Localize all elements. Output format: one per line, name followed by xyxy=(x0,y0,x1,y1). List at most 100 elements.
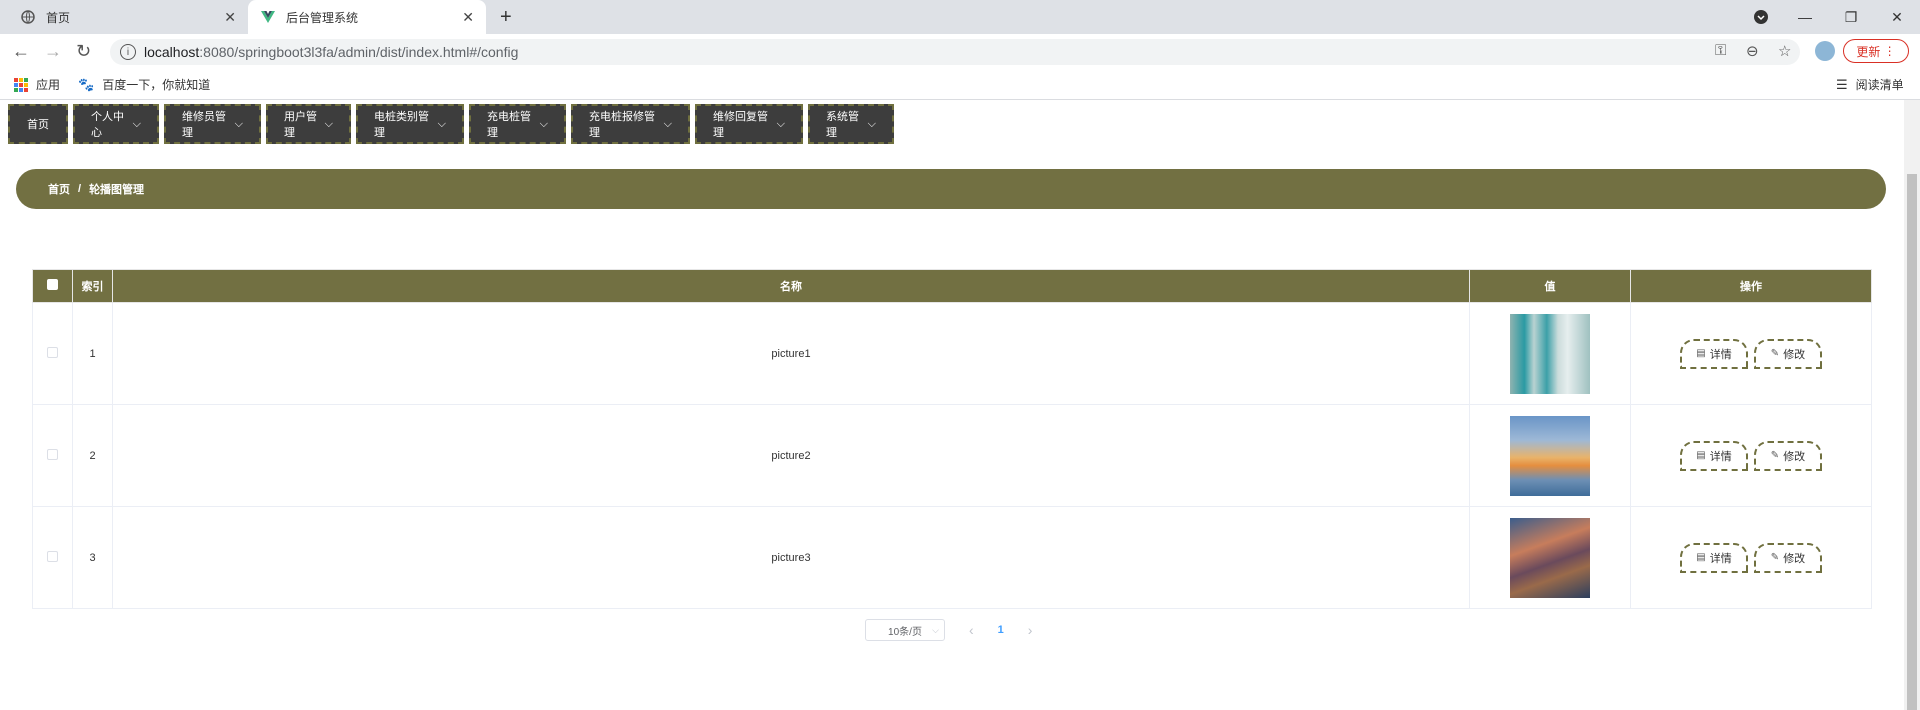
edit-label: 修改 xyxy=(1783,450,1806,463)
reading-list[interactable]: ☰ 阅读清单 xyxy=(1836,76,1904,93)
profile-menu-icon[interactable] xyxy=(1738,0,1784,34)
forward-icon[interactable]: → xyxy=(44,41,62,62)
chevron-down-icon: ⌵ xyxy=(776,117,785,130)
select-all-cell xyxy=(32,269,73,303)
profile-avatar[interactable] xyxy=(1815,41,1835,61)
menu-label: 系统管理 xyxy=(826,111,859,139)
prev-page-icon[interactable]: ‹ xyxy=(969,622,974,638)
site-info-icon[interactable]: i xyxy=(120,44,136,60)
next-page-icon[interactable]: › xyxy=(1028,622,1033,638)
reload-icon[interactable]: ↻ xyxy=(76,41,91,62)
restore-icon[interactable]: ❐ xyxy=(1828,0,1874,34)
menu-label: 充电桩管理 xyxy=(487,111,531,139)
edit-button[interactable]: ✎ 修改 xyxy=(1754,440,1822,471)
globe-icon xyxy=(20,9,36,25)
scrollbar-thumb[interactable] xyxy=(1907,174,1917,710)
minimize-icon[interactable]: — xyxy=(1782,0,1828,34)
menu-item-pile-category-management[interactable]: 电桩类别管理 ⌵ xyxy=(356,104,464,144)
star-icon[interactable]: ☆ xyxy=(1778,42,1791,60)
browser-tab-home[interactable]: 首页 ✕ xyxy=(8,0,248,34)
menu-item-repair-report-management[interactable]: 充电桩报修管理 ⌵ xyxy=(571,104,690,144)
row-name: picture2 xyxy=(112,404,1470,507)
row-checkbox[interactable] xyxy=(47,448,58,460)
address-bar-row: ← → ↻ i localhost:8080/springboot3l3fa/a… xyxy=(0,34,1920,68)
row-index: 2 xyxy=(72,404,113,507)
document-icon: ▤ xyxy=(1696,450,1706,461)
browser-tab-admin[interactable]: 后台管理系统 ✕ xyxy=(248,0,486,34)
bookmark-apps[interactable]: 应用 xyxy=(14,76,60,93)
chevron-down-icon: ⌵ xyxy=(932,624,939,635)
menu-label: 充电桩报修管理 xyxy=(589,111,655,139)
detail-label: 详情 xyxy=(1709,450,1732,463)
edit-button[interactable]: ✎ 修改 xyxy=(1754,338,1822,369)
document-icon: ▤ xyxy=(1696,348,1706,359)
edit-label: 修改 xyxy=(1783,552,1806,565)
url-host: localhost xyxy=(144,44,200,60)
document-icon: ▤ xyxy=(1696,552,1706,563)
detail-button[interactable]: ▤ 详情 xyxy=(1680,440,1748,471)
top-menu: 首页 个人中心 ⌵ 维修员管理 ⌵ 用户管理 ⌵ 电桩类别管理 ⌵ 充电桩管理 ⌵ 充电桩… xyxy=(8,104,894,144)
close-tab-icon[interactable]: ✕ xyxy=(462,9,474,26)
detail-button[interactable]: ▤ 详情 xyxy=(1680,338,1748,369)
chevron-down-icon: ⌵ xyxy=(437,117,446,130)
apps-grid-icon xyxy=(14,77,28,92)
row-index: 1 xyxy=(72,302,113,405)
row-image[interactable] xyxy=(1510,415,1590,496)
chevron-down-icon: ⌵ xyxy=(234,117,243,130)
menu-item-charging-pile-management[interactable]: 充电桩管理 ⌵ xyxy=(469,104,566,144)
menu-item-personal-center[interactable]: 个人中心 ⌵ xyxy=(73,104,159,144)
pagination: 10条/页 ⌵ ‹ 1 › xyxy=(865,619,1032,641)
menu-label: 电桩类别管理 xyxy=(374,111,429,139)
menu-item-user-management[interactable]: 用户管理 ⌵ xyxy=(266,104,351,144)
bookmark-label: 应用 xyxy=(36,78,61,92)
page-content: 首页 个人中心 ⌵ 维修员管理 ⌵ 用户管理 ⌵ 电桩类别管理 ⌵ 充电桩管理 ⌵ 充电桩… xyxy=(0,100,1904,710)
edit-button[interactable]: ✎ 修改 xyxy=(1754,542,1822,573)
browser-tab-bar: 首页 ✕ 后台管理系统 ✕ + — ❐ ✕ xyxy=(0,0,1920,34)
breadcrumb-current: 轮播图管理 xyxy=(89,184,145,196)
baidu-paw-icon: 🐾 xyxy=(78,76,95,92)
menu-item-repair-reply-management[interactable]: 维修回复管理 ⌵ xyxy=(695,104,803,144)
new-tab-icon[interactable]: + xyxy=(500,6,512,29)
vue-logo-icon xyxy=(260,9,276,25)
table-header-row: 索引 名称 值 操作 xyxy=(32,269,1872,303)
edit-icon: ✎ xyxy=(1770,450,1780,461)
tab-title: 后台管理系统 xyxy=(286,10,359,25)
row-checkbox[interactable] xyxy=(47,346,58,358)
zoom-icon[interactable]: ⊖ xyxy=(1746,42,1759,60)
close-window-icon[interactable]: ✕ xyxy=(1874,0,1920,34)
header-name: 名称 xyxy=(112,269,1470,303)
bookmark-label: 百度一下，你就知道 xyxy=(102,78,211,92)
header-value: 值 xyxy=(1469,269,1631,303)
menu-label: 维修员管理 xyxy=(182,111,226,139)
menu-label: 首页 xyxy=(27,119,49,131)
menu-item-repairer-management[interactable]: 维修员管理 ⌵ xyxy=(164,104,261,144)
update-button[interactable]: 更新 ⋮ xyxy=(1843,39,1909,63)
close-tab-icon[interactable]: ✕ xyxy=(224,9,236,26)
bookmarks-bar: 应用 🐾 百度一下，你就知道 ☰ 阅读清单 xyxy=(0,68,1920,100)
key-icon[interactable]: ⚿ xyxy=(1715,42,1726,59)
page-size-value: 10条/页 xyxy=(888,626,922,638)
select-all-checkbox[interactable] xyxy=(47,279,58,290)
page-number-current[interactable]: 1 xyxy=(998,624,1004,636)
row-name: picture1 xyxy=(112,302,1470,405)
menu-item-home[interactable]: 首页 xyxy=(8,104,68,144)
detail-button[interactable]: ▤ 详情 xyxy=(1680,542,1748,573)
menu-item-system-management[interactable]: 系统管理 ⌵ xyxy=(808,104,894,144)
tab-title: 首页 xyxy=(46,10,71,25)
page-size-select[interactable]: 10条/页 ⌵ xyxy=(865,619,945,641)
chevron-down-icon: ⌵ xyxy=(663,117,672,130)
menu-label: 维修回复管理 xyxy=(713,111,768,139)
chevron-down-icon: ⌵ xyxy=(132,117,141,130)
row-image[interactable] xyxy=(1510,313,1590,394)
back-icon[interactable]: ← xyxy=(12,41,30,62)
url-field[interactable]: i localhost:8080/springboot3l3fa/admin/d… xyxy=(110,39,1800,65)
table-row: 1 picture1 ▤ 详情 ✎ 修改 xyxy=(32,302,1872,405)
edit-label: 修改 xyxy=(1783,348,1806,361)
row-checkbox[interactable] xyxy=(47,550,58,562)
detail-label: 详情 xyxy=(1709,348,1732,361)
bookmark-baidu[interactable]: 🐾 百度一下，你就知道 xyxy=(78,76,210,93)
breadcrumb-home[interactable]: 首页 xyxy=(48,181,70,197)
row-image[interactable] xyxy=(1510,517,1590,598)
reading-list-label: 阅读清单 xyxy=(1855,78,1904,92)
update-label: 更新 xyxy=(1856,44,1881,59)
